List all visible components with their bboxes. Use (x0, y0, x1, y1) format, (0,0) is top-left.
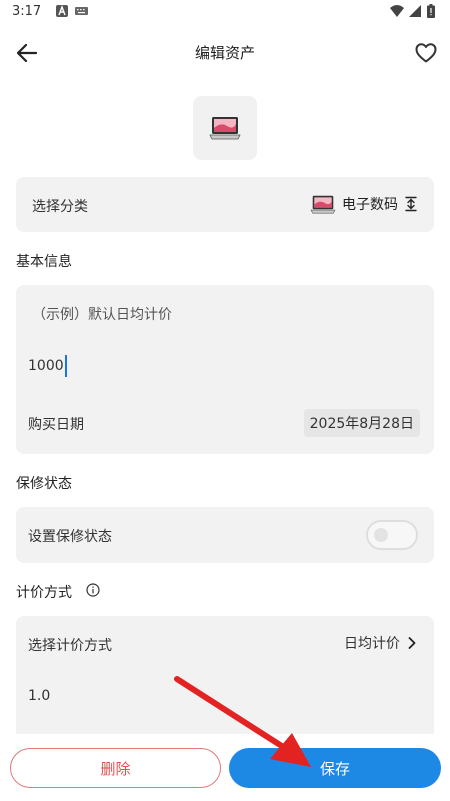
asset-name-input[interactable]: （示例）默认日均计价 (32, 304, 172, 324)
toggle-knob (374, 528, 388, 542)
signal-icon (409, 5, 421, 17)
basic-info-title: 基本信息 (16, 254, 72, 270)
asset-icon-picker[interactable] (193, 96, 257, 160)
warranty-label: 设置保修状态 (28, 529, 112, 545)
bottom-action-bar: 删除 保存 (0, 734, 450, 801)
wifi-icon (390, 5, 404, 17)
category-value-text: 电子数码 (342, 197, 398, 213)
price-input[interactable]: 1000 (28, 355, 67, 377)
purchase-date-label: 购买日期 (28, 417, 84, 433)
category-selector[interactable]: 选择分类 电子数码 (16, 177, 434, 232)
top-app-bar: 编辑资产 (0, 28, 450, 76)
laptop-icon (310, 195, 336, 214)
purchase-date-picker[interactable]: 2025年8月28日 (303, 409, 420, 437)
pricing-method-label: 选择计价方式 (28, 638, 112, 654)
warranty-toggle[interactable] (366, 520, 418, 550)
pricing-card: 选择计价方式 日均计价 1.0 (16, 616, 434, 746)
chevron-right-icon (408, 637, 416, 649)
price-input-value: 1000 (28, 358, 64, 374)
page-title: 编辑资产 (194, 44, 255, 62)
battery-icon (427, 4, 435, 18)
status-bar: 3:17 (0, 0, 450, 26)
pricing-method-selector[interactable]: 日均计价 (344, 633, 416, 653)
pricing-number-input[interactable]: 1.0 (28, 688, 50, 704)
expand-selector-icon (405, 196, 417, 212)
notification-a-icon (56, 5, 68, 17)
edit-asset-screen: 3:17 编辑资产 选择分类 电子数码 基本信息 （示例）默认日均计价 1000… (0, 0, 450, 801)
warranty-card: 设置保修状态 (16, 507, 434, 563)
save-button[interactable]: 保存 (229, 748, 441, 788)
category-label: 选择分类 (32, 199, 88, 215)
warranty-title: 保修状态 (16, 476, 72, 492)
delete-button[interactable]: 删除 (10, 748, 221, 788)
favorite-button[interactable] (410, 38, 442, 68)
basic-info-card: （示例）默认日均计价 1000 购买日期 2025年8月28日 (16, 285, 434, 454)
laptop-icon (209, 117, 241, 140)
category-value: 电子数码 (310, 194, 418, 214)
text-cursor (64, 355, 67, 377)
pricing-title: 计价方式 (16, 585, 72, 601)
heart-icon (415, 43, 437, 63)
pricing-method-value: 日均计价 (344, 636, 400, 652)
info-icon[interactable] (86, 583, 100, 597)
keyboard-icon (75, 7, 88, 15)
status-time: 3:17 (12, 4, 42, 19)
